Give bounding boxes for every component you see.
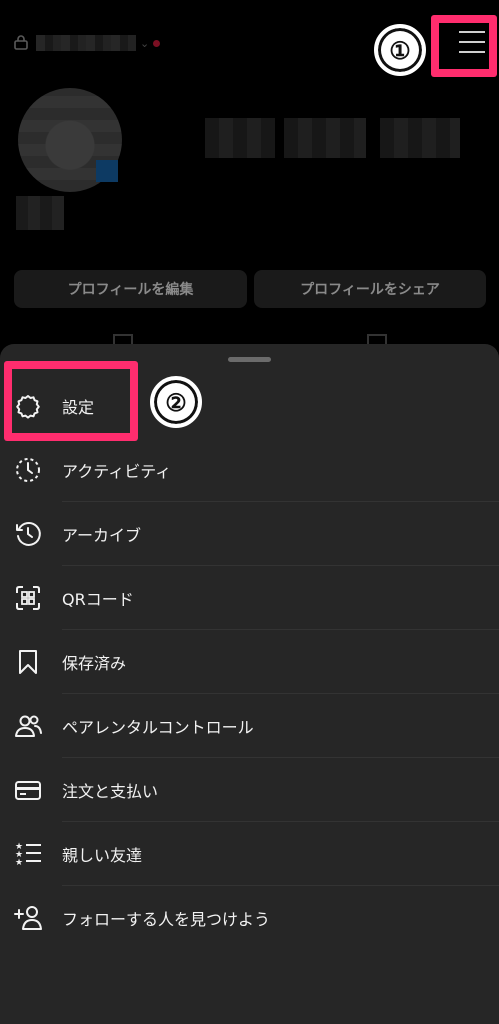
menu-item-label: アーカイブ [62,526,142,545]
svg-text:★: ★ [15,858,23,868]
close-friends-list-icon: ★ ★ ★ [15,842,41,868]
archive-history-icon [16,522,41,546]
username-blurred[interactable] [36,35,136,51]
menu-item-label: 親しい友達 [62,846,143,865]
credit-card-icon [15,781,41,800]
profile-top-bar: ⌄ ① [0,0,499,90]
menu-item-label: 設定 [62,398,95,417]
sheet-drag-handle[interactable] [228,357,271,362]
stat-posts-blurred[interactable] [205,118,275,158]
settings-gear-icon [16,395,40,419]
parental-control-people-icon [15,715,42,737]
hamburger-menu-icon[interactable] [459,31,485,53]
add-person-icon [14,906,42,930]
tagged-tab-icon[interactable] [367,334,387,344]
edit-profile-button[interactable]: プロフィールを編集 [14,270,247,308]
add-story-icon[interactable] [96,160,118,182]
menu-item-label: 注文と支払い [62,782,159,801]
menu-item-archive[interactable]: アーカイブ [0,502,499,566]
menu-item-parental-control[interactable]: ペアレンタルコントロール [0,694,499,758]
menu-item-activity[interactable]: アクティビティ [0,438,499,502]
profile-background: ⌄ ① プロフィールを編集 プロフィールをシェア [0,0,499,344]
lock-icon [14,35,28,50]
grid-tab-icon[interactable] [113,334,133,344]
menu-bottom-sheet: 設定 ② アクティビティ アーカイブ QRコード 保存済み ペアレンタルコントロ… [0,344,499,1024]
menu-item-close-friends[interactable]: ★ ★ ★ 親しい友達 [0,822,499,886]
qr-code-icon [16,586,40,610]
step-badge-1: ① [374,24,426,76]
menu-item-label: QRコード [62,590,134,609]
menu-item-discover-people[interactable]: フォローする人を見つけよう [0,886,499,950]
chevron-down-icon[interactable]: ⌄ [140,37,149,50]
bookmark-icon [19,650,37,674]
menu-item-settings[interactable]: 設定 [0,374,499,438]
menu-item-label: 保存済み [62,654,127,673]
stat-following-blurred[interactable] [380,118,460,158]
menu-item-label: フォローする人を見つけよう [62,910,271,929]
step-badge-1-label: ① [389,35,411,65]
menu-item-label: ペアレンタルコントロール [62,718,254,737]
step-badge-2: ② [150,376,202,428]
menu-item-qr-code[interactable]: QRコード [0,566,499,630]
menu-item-label: アクティビティ [62,462,172,481]
share-profile-button[interactable]: プロフィールをシェア [254,270,486,308]
activity-clock-icon [16,458,40,482]
menu-item-saved[interactable]: 保存済み [0,630,499,694]
display-name-blurred [16,196,64,230]
stat-followers-blurred[interactable] [284,118,366,158]
notification-dot [153,40,160,47]
menu-item-orders-payments[interactable]: 注文と支払い [0,758,499,822]
step-badge-2-label: ② [165,387,187,417]
